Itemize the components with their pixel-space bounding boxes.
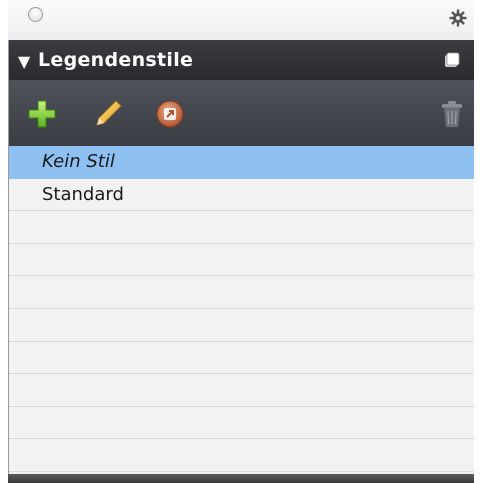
list-item[interactable]: Standard (8, 179, 474, 212)
empty-row (8, 211, 474, 244)
empty-row (8, 276, 474, 309)
list-item[interactable]: Kein Stil (8, 146, 474, 179)
empty-row (8, 439, 474, 472)
panel-bottom-edge (8, 474, 474, 483)
gear-icon[interactable] (448, 8, 468, 28)
close-circle-icon[interactable] (28, 7, 43, 22)
collapse-triangle-icon[interactable]: ▼ (18, 52, 30, 71)
list-item-label: Standard (42, 183, 124, 205)
empty-row (8, 244, 474, 277)
empty-row (8, 309, 474, 342)
panel-header[interactable]: ▼ Legendenstile (8, 40, 474, 80)
trash-icon[interactable] (436, 98, 468, 130)
panel-title: Legendenstile (38, 49, 194, 71)
link-arrow-icon[interactable] (154, 98, 186, 130)
panel-menu-icon[interactable] (444, 52, 460, 68)
panel-right-margin (474, 0, 482, 483)
empty-row (8, 342, 474, 375)
panel-left-margin (0, 0, 8, 483)
legend-styles-panel: ▼ Legendenstile Kein Stil Standard (0, 0, 482, 483)
plus-icon[interactable] (26, 98, 58, 130)
list-item-label: Kein Stil (42, 151, 115, 172)
styles-list: Kein Stil Standard (8, 146, 474, 474)
empty-row (8, 374, 474, 407)
panel-left-border (8, 40, 9, 483)
empty-row (8, 407, 474, 440)
pencil-icon[interactable] (92, 98, 124, 130)
panel-titlebar (8, 0, 474, 40)
styles-toolbar (8, 80, 474, 146)
